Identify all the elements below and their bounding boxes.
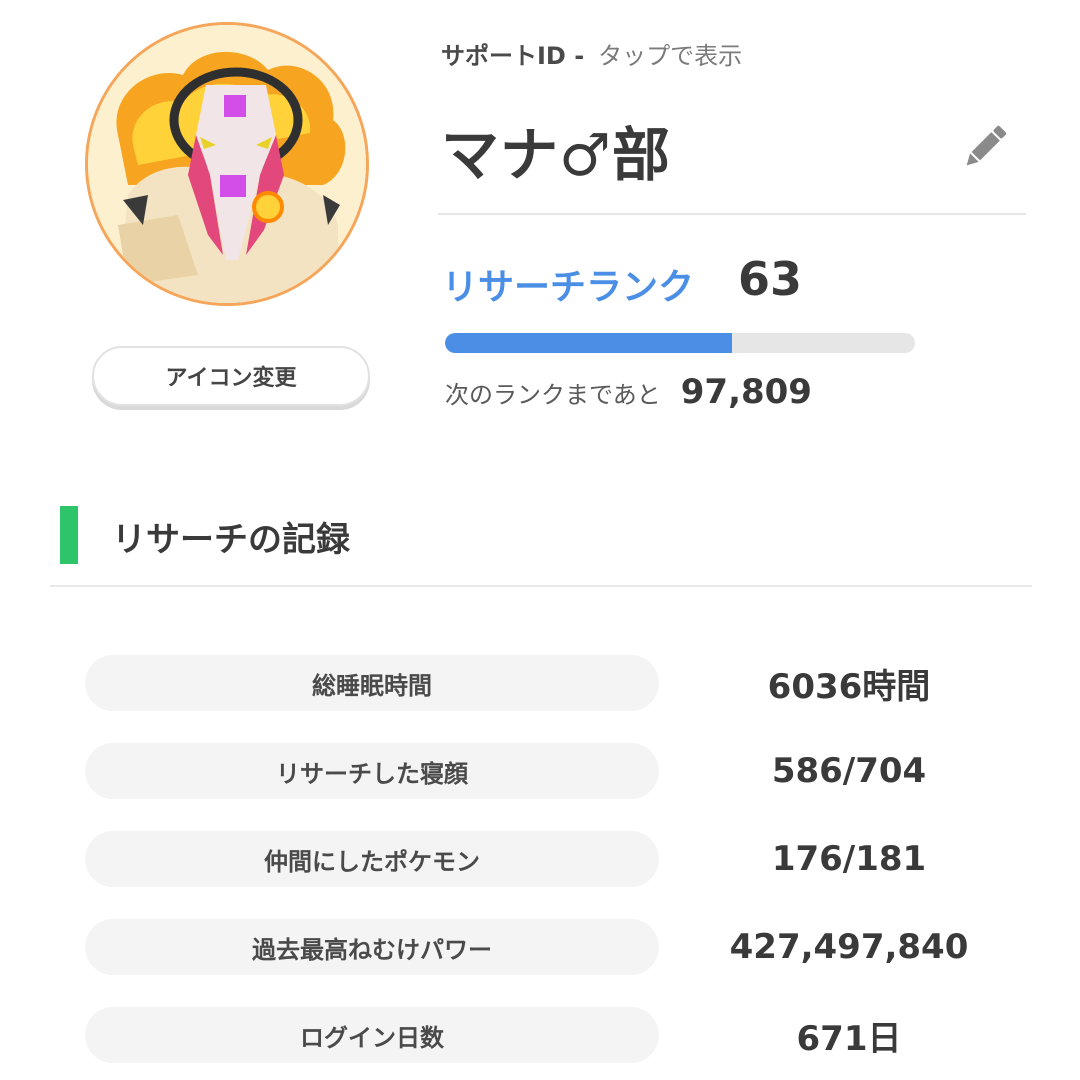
support-id: サポートID - タップで表示 bbox=[441, 36, 742, 71]
stat-value: 6036時間 bbox=[767, 666, 931, 707]
next-rank-label: 次のランクまであと bbox=[445, 381, 661, 409]
stat-value: 427,497,840 bbox=[729, 927, 969, 967]
rank-progress-bar bbox=[445, 333, 915, 353]
name-divider bbox=[438, 213, 1026, 215]
stat-label: リサーチした寝顔 bbox=[85, 743, 659, 799]
pencil-icon bbox=[966, 125, 1007, 166]
stat-label: 総睡眠時間 bbox=[85, 655, 659, 711]
profile-screen: アイコン変更 サポートID - タップで表示 マナ♂部 リサーチランク 63 次… bbox=[0, 0, 1080, 1080]
icon-change-button[interactable]: アイコン変更 bbox=[92, 346, 370, 406]
stat-row-sleep-styles: リサーチした寝顔 586/704 bbox=[85, 743, 1005, 799]
research-rank-label: リサーチランク bbox=[442, 267, 695, 308]
next-rank-value: 97,809 bbox=[680, 372, 812, 412]
stat-label: 仲間にしたポケモン bbox=[85, 831, 659, 887]
section-divider bbox=[50, 585, 1032, 587]
section-title: リサーチの記録 bbox=[112, 520, 350, 560]
rank-progress-fill bbox=[445, 333, 732, 353]
avatar bbox=[85, 22, 369, 306]
edit-name-button[interactable] bbox=[958, 120, 1012, 174]
stat-value: 586/704 bbox=[771, 751, 927, 791]
section-accent-bar bbox=[60, 506, 78, 564]
stat-value: 176/181 bbox=[771, 839, 927, 879]
stat-row-login-days: ログイン日数 671日 bbox=[85, 1007, 1005, 1063]
stat-label: 過去最高ねむけパワー bbox=[85, 919, 659, 975]
support-id-label: サポートID - bbox=[441, 42, 585, 70]
support-id-reveal-link[interactable]: タップで表示 bbox=[598, 36, 742, 71]
next-rank-info: 次のランクまであと 97,809 bbox=[445, 372, 812, 412]
stats-list: 総睡眠時間 6036時間 リサーチした寝顔 586/704 仲間にしたポケモン … bbox=[85, 655, 1005, 1080]
research-rank-value: 63 bbox=[738, 252, 803, 306]
stat-row-total-sleep: 総睡眠時間 6036時間 bbox=[85, 655, 1005, 711]
pokemon-avatar-icon bbox=[88, 25, 366, 303]
stat-row-max-drowsy-power: 過去最高ねむけパワー 427,497,840 bbox=[85, 919, 1005, 975]
player-name: マナ♂部 bbox=[441, 121, 671, 189]
stat-label: ログイン日数 bbox=[85, 1007, 659, 1063]
stat-value: 671日 bbox=[796, 1018, 902, 1059]
stat-row-pokemon-befriended: 仲間にしたポケモン 176/181 bbox=[85, 831, 1005, 887]
